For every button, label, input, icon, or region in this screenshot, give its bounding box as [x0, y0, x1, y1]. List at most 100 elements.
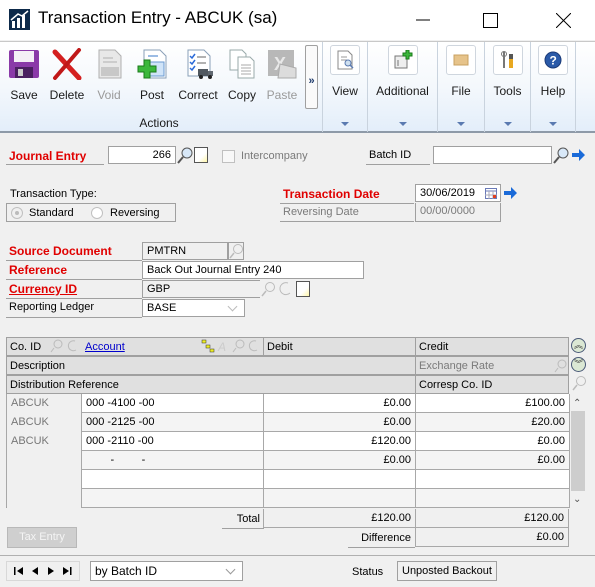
- journal-entry-note-button[interactable]: [194, 147, 208, 163]
- ribbon-expand-button[interactable]: »: [305, 45, 318, 109]
- currency-id-link[interactable]: Currency ID: [6, 282, 142, 299]
- account-cell[interactable]: 000 -2125 -00: [82, 413, 264, 432]
- journal-entry-lookup-button[interactable]: [177, 146, 193, 164]
- maximize-button[interactable]: [467, 0, 513, 40]
- standard-radio[interactable]: [11, 207, 23, 219]
- co-id-lookup-icons[interactable]: [49, 339, 79, 353]
- minimize-icon: [416, 19, 430, 21]
- exchange-rate-lookup-icon[interactable]: [553, 358, 567, 374]
- table-row[interactable]: [7, 489, 570, 508]
- intercompany-checkbox[interactable]: [222, 150, 235, 163]
- scroll-down-icon[interactable]: ⌄: [573, 494, 581, 505]
- credit-cell[interactable]: £100.00: [416, 394, 570, 413]
- grid-scrollbar[interactable]: ⌃ ⌄: [570, 394, 586, 508]
- calendar-icon[interactable]: [485, 188, 497, 199]
- source-document-input[interactable]: PMTRN: [142, 242, 228, 260]
- double-chevron-up-icon: ︽: [573, 340, 583, 350]
- window-title: Transaction Entry - ABCUK (sa): [38, 8, 278, 27]
- currency-id-input[interactable]: GBP: [142, 280, 260, 298]
- account-cell[interactable]: [82, 470, 264, 489]
- co-id-cell[interactable]: [7, 451, 82, 470]
- delete-button[interactable]: Delete: [46, 46, 88, 106]
- account-cell[interactable]: [82, 489, 264, 508]
- account-tool-icons[interactable]: A: [201, 339, 261, 353]
- debit-cell[interactable]: £0.00: [264, 394, 416, 413]
- table-row[interactable]: ABCUK 000 -4100 -00 £0.00 £100.00: [7, 394, 570, 413]
- source-document-label: Source Document: [6, 244, 142, 261]
- co-id-cell[interactable]: ABCUK: [7, 413, 82, 432]
- first-record-button[interactable]: [13, 566, 24, 576]
- credit-cell[interactable]: £0.00: [416, 451, 570, 470]
- credit-cell[interactable]: [416, 470, 570, 489]
- debit-cell[interactable]: [264, 470, 416, 489]
- debit-cell[interactable]: [264, 489, 416, 508]
- reporting-ledger-select[interactable]: BASE: [142, 299, 245, 317]
- chevron-down-icon: [457, 122, 465, 126]
- close-button[interactable]: [540, 0, 586, 40]
- corresp-co-id-lookup-button[interactable]: [571, 375, 587, 396]
- tools-menu-button[interactable]: Tools: [484, 42, 530, 132]
- last-record-button[interactable]: [62, 566, 72, 576]
- paste-button[interactable]: X Paste: [264, 46, 300, 106]
- minimize-button[interactable]: [400, 0, 446, 40]
- co-id-cell[interactable]: ABCUK: [7, 432, 82, 451]
- currency-id-lookup-button[interactable]: [260, 281, 276, 299]
- file-menu-button[interactable]: File: [437, 42, 484, 132]
- account-cell[interactable]: 000 -4100 -00: [82, 394, 264, 413]
- co-id-cell[interactable]: [7, 470, 82, 489]
- currency-id-expand-button[interactable]: [277, 281, 293, 299]
- journal-entry-input[interactable]: 266: [108, 146, 176, 164]
- expand-rows-button[interactable]: ︾: [571, 357, 586, 372]
- journal-entry-label: Journal Entry: [6, 149, 104, 165]
- reversing-radio[interactable]: [91, 207, 103, 219]
- table-row[interactable]: - - £0.00 £0.00: [7, 451, 570, 470]
- lookup-icon: [261, 282, 275, 297]
- reference-input[interactable]: Back Out Journal Entry 240: [142, 261, 364, 279]
- table-row[interactable]: ABCUK 000 -2110 -00 £120.00 £0.00: [7, 432, 570, 451]
- transaction-date-value: 30/06/2019: [420, 187, 476, 199]
- post-button[interactable]: Post: [134, 46, 170, 106]
- credit-cell[interactable]: £0.00: [416, 432, 570, 451]
- batch-id-input[interactable]: [433, 146, 552, 164]
- status-value: Unposted Backout: [397, 561, 497, 581]
- additional-menu-button[interactable]: Additional: [367, 42, 437, 132]
- scrollbar-thumb[interactable]: [571, 411, 585, 491]
- scroll-up-icon[interactable]: ⌃: [573, 398, 581, 409]
- transaction-date-label: Transaction Date: [280, 187, 414, 204]
- correct-button[interactable]: Correct: [176, 46, 220, 106]
- corresp-co-id-column-header: Corresp Co. ID: [415, 375, 569, 394]
- collapse-rows-button[interactable]: ︽: [571, 338, 586, 353]
- co-id-cell[interactable]: [7, 489, 82, 508]
- lookup-icon: [177, 147, 193, 164]
- chevron-down-icon: [225, 564, 236, 575]
- help-menu-button[interactable]: ? Help: [530, 42, 576, 132]
- source-document-lookup-button[interactable]: [228, 242, 244, 260]
- table-row[interactable]: ABCUK 000 -2125 -00 £0.00 £20.00: [7, 413, 570, 432]
- table-row[interactable]: [7, 470, 570, 489]
- transaction-date-input[interactable]: 30/06/2019: [415, 184, 501, 202]
- currency-id-note-button[interactable]: [296, 281, 310, 297]
- account-cell[interactable]: - -: [82, 451, 264, 470]
- copy-button[interactable]: Copy: [224, 46, 260, 106]
- previous-record-button[interactable]: [31, 566, 39, 576]
- transaction-date-go-button[interactable]: [502, 184, 518, 202]
- sort-by-select[interactable]: by Batch ID: [90, 561, 243, 581]
- batch-id-go-button[interactable]: [570, 146, 586, 164]
- view-menu-button[interactable]: View: [322, 42, 367, 132]
- debit-cell[interactable]: £0.00: [264, 451, 416, 470]
- credit-cell[interactable]: £20.00: [416, 413, 570, 432]
- account-cell[interactable]: 000 -2110 -00: [82, 432, 264, 451]
- debit-cell[interactable]: £120.00: [264, 432, 416, 451]
- save-button[interactable]: Save: [4, 46, 44, 106]
- credit-cell[interactable]: [416, 489, 570, 508]
- void-button[interactable]: Void: [90, 46, 128, 106]
- tax-entry-button[interactable]: Tax Entry: [7, 527, 77, 548]
- next-record-button[interactable]: [47, 566, 55, 576]
- folder-icon: [446, 45, 476, 75]
- account-column-link[interactable]: Account: [85, 341, 125, 353]
- chevron-down-icon: [503, 122, 512, 126]
- batch-id-lookup-button[interactable]: [553, 146, 569, 164]
- debit-cell[interactable]: £0.00: [264, 413, 416, 432]
- record-navigation: [6, 561, 80, 581]
- co-id-cell[interactable]: ABCUK: [7, 394, 82, 413]
